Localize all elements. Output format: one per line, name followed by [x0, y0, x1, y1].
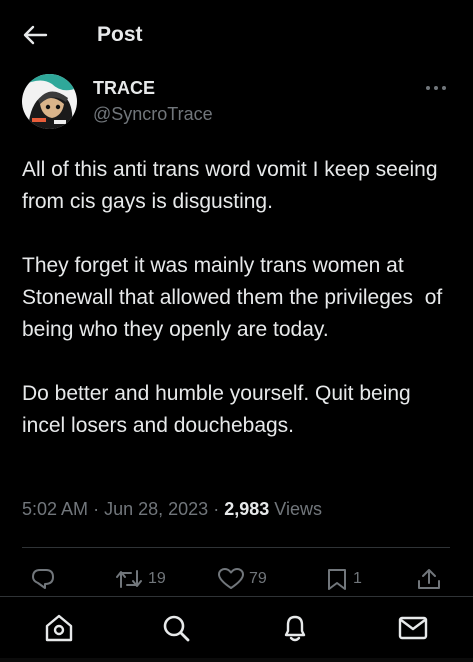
heart-icon [218, 568, 244, 589]
user-handle[interactable]: @SyncroTrace [93, 104, 213, 125]
arrow-left-icon [23, 25, 48, 45]
like-count: 79 [249, 570, 267, 587]
post-paragraph: All of this anti trans word vomit I keep… [22, 158, 444, 213]
avatar-image [22, 74, 77, 129]
display-name[interactable]: TRACE [93, 78, 155, 99]
bookmark-count: 1 [353, 570, 362, 587]
nav-search[interactable] [159, 611, 193, 645]
meta-separator: · [93, 499, 100, 519]
back-button[interactable] [22, 24, 48, 46]
post-text: All of this anti trans word vomit I keep… [22, 154, 454, 474]
more-button[interactable] [424, 78, 448, 98]
notifications-icon [284, 615, 306, 642]
post-paragraph: They forget it was mainly trans women at… [22, 254, 449, 341]
post-date[interactable]: Jun 28, 2023 [104, 499, 208, 519]
scroll-peek [0, 658, 473, 662]
reply-button[interactable] [30, 566, 60, 592]
nav-notifications[interactable] [278, 611, 312, 645]
repost-icon [116, 570, 142, 588]
bookmark-button[interactable]: 1 [325, 566, 362, 592]
avatar[interactable] [22, 74, 77, 129]
meta-separator: · [213, 499, 220, 519]
post-time[interactable]: 5:02 AM [22, 499, 88, 519]
divider [22, 547, 450, 548]
views-label: Views [274, 499, 322, 519]
action-bar: 19 79 1 [0, 562, 473, 596]
home-icon [45, 614, 73, 642]
page-title: Post [97, 23, 143, 46]
share-button[interactable] [416, 566, 446, 592]
post-paragraph: Do better and humble yourself. Quit bein… [22, 382, 417, 437]
post-author: TRACE @SyncroTrace [22, 74, 452, 130]
bottom-navigation [0, 596, 473, 659]
reply-icon [32, 569, 54, 589]
bookmark-icon [328, 569, 346, 590]
top-bar: Post [0, 0, 473, 70]
views-count: 2,983 [224, 499, 270, 519]
repost-button[interactable]: 19 [114, 566, 166, 592]
search-icon [163, 615, 190, 642]
share-icon [418, 569, 440, 589]
like-button[interactable]: 79 [217, 566, 267, 592]
repost-count: 19 [148, 570, 166, 587]
post-meta: 5:02 AM · Jun 28, 2023 · 2,983 Views [22, 499, 322, 520]
nav-home[interactable] [42, 611, 76, 645]
nav-messages[interactable] [396, 611, 430, 645]
more-horizontal-icon [426, 86, 446, 90]
messages-icon [398, 616, 428, 640]
